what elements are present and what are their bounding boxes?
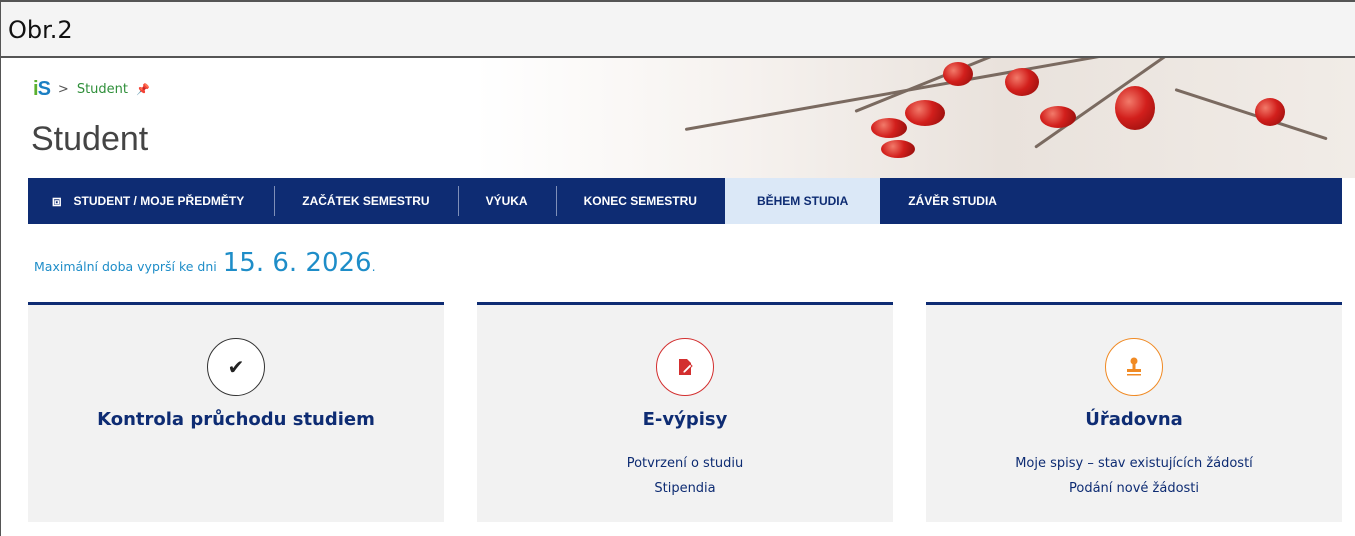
figure-caption: Obr.2 bbox=[8, 16, 73, 44]
nav-student-moje-predmety[interactable]: ⧈ STUDENT / MOJE PŘEDMĚTY bbox=[28, 178, 274, 224]
page-title: Student bbox=[31, 120, 149, 158]
figure-caption-bar: Obr.2 bbox=[0, 0, 1355, 58]
breadcrumb-separator: > bbox=[57, 82, 69, 97]
is-logo[interactable]: iS bbox=[33, 78, 51, 101]
stamp-icon bbox=[1105, 338, 1163, 396]
card-title[interactable]: E-výpisy bbox=[477, 409, 893, 430]
card-uradovna: Úřadovna Moje spisy – stav existujících … bbox=[926, 302, 1342, 522]
deadline-suffix: . bbox=[371, 259, 376, 274]
card-e-vypisy: E-výpisy Potvrzení o studiu Stipendia bbox=[477, 302, 893, 522]
link-podani-nove-zadosti[interactable]: Podání nové žádosti bbox=[926, 481, 1342, 496]
link-moje-spisy[interactable]: Moje spisy – stav existujících žádostí bbox=[926, 456, 1342, 471]
main-navigation: ⧈ STUDENT / MOJE PŘEDMĚTY ZAČÁTEK SEMEST… bbox=[28, 178, 1342, 224]
nav-behem-studia[interactable]: BĚHEM STUDIA bbox=[724, 178, 881, 224]
nav-zacatek-semestru[interactable]: ZAČÁTEK SEMESTRU bbox=[274, 178, 457, 224]
nav-konec-semestru[interactable]: KONEC SEMESTRU bbox=[555, 178, 725, 224]
card-kontrola-pruchodu[interactable]: ✔ Kontrola průchodu studiem bbox=[28, 302, 444, 522]
breadcrumb: iS > Student 📌 bbox=[33, 78, 150, 101]
deadline-date: 15. 6. 2026 bbox=[222, 248, 372, 278]
nav-vyuka[interactable]: VÝUKA bbox=[457, 178, 556, 224]
deadline-prefix: Maximální doba vyprší ke dni bbox=[34, 259, 217, 274]
page-header: iS > Student 📌 Student bbox=[1, 58, 1355, 178]
check-icon: ✔ bbox=[207, 338, 265, 396]
deadline-notice: Maximální doba vyprší ke dni 15. 6. 2026… bbox=[34, 248, 376, 278]
pin-icon[interactable]: 📌 bbox=[136, 83, 150, 96]
document-edit-icon bbox=[656, 338, 714, 396]
breadcrumb-student-link[interactable]: Student bbox=[77, 82, 128, 97]
link-stipendia[interactable]: Stipendia bbox=[477, 481, 893, 496]
card-title[interactable]: Úřadovna bbox=[926, 409, 1342, 430]
header-rosehip-image bbox=[475, 58, 1355, 178]
nav-zaver-studia[interactable]: ZÁVĚR STUDIA bbox=[880, 178, 1025, 224]
card-title[interactable]: Kontrola průchodu studiem bbox=[28, 409, 444, 430]
signpost-icon: ⧈ bbox=[52, 192, 62, 210]
link-potvrzeni-o-studiu[interactable]: Potvrzení o studiu bbox=[477, 456, 893, 471]
